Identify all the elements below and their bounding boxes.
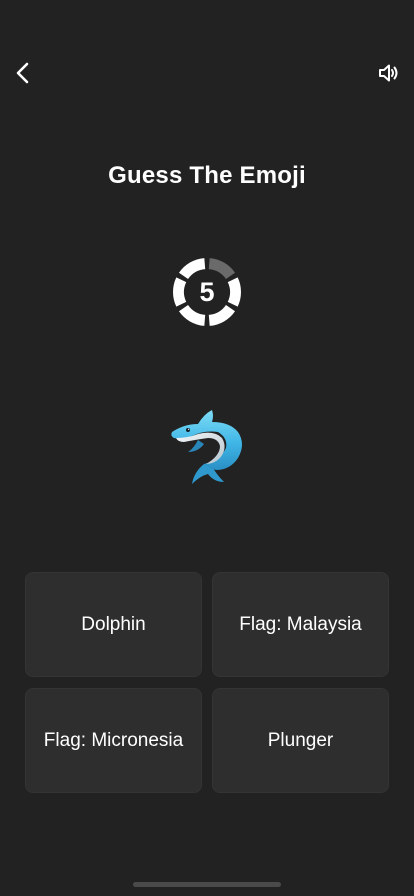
- countdown-timer: 5: [172, 257, 242, 327]
- back-button[interactable]: [8, 58, 38, 88]
- home-indicator[interactable]: [133, 882, 281, 887]
- dolphin-emoji: [171, 410, 242, 484]
- timer-number: 5: [199, 276, 215, 307]
- game-screen: Guess The Emoji 5 Dolphin Flag: Malaysia…: [0, 0, 414, 896]
- option-button-flag-malaysia[interactable]: Flag: Malaysia: [212, 572, 389, 677]
- option-button-dolphin[interactable]: Dolphin: [25, 572, 202, 677]
- option-button-flag-micronesia[interactable]: Flag: Micronesia: [25, 688, 202, 793]
- answer-options: Dolphin Flag: Malaysia Flag: Micronesia …: [25, 572, 389, 794]
- chevron-left-icon: [16, 62, 29, 84]
- game-title: Guess The Emoji: [108, 162, 306, 189]
- speaker-icon: [379, 64, 398, 82]
- question-emoji: [157, 395, 257, 495]
- sound-button[interactable]: [374, 58, 404, 88]
- option-button-plunger[interactable]: Plunger: [212, 688, 389, 793]
